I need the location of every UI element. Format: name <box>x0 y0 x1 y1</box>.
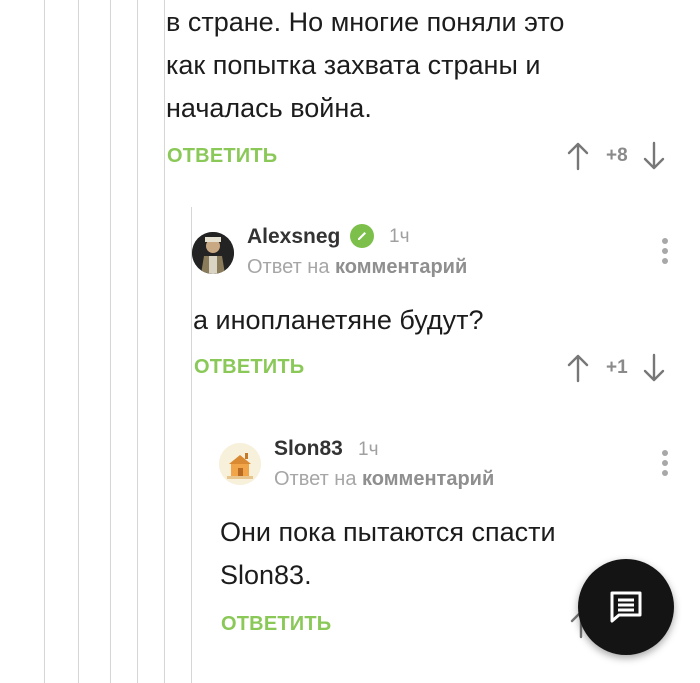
comment-text: как попытка захвата страны и <box>166 50 541 80</box>
thread-line <box>44 0 45 683</box>
reply-to-link[interactable]: Ответ на комментарий <box>274 468 494 491</box>
reply-to-prefix: Ответ на <box>274 468 357 490</box>
rating-score: +8 <box>606 145 628 166</box>
comment-text: а инопланетяне будут? <box>193 305 484 335</box>
comment-icon <box>610 591 642 623</box>
thread-line <box>164 0 165 683</box>
downvote-arrow-icon[interactable] <box>642 141 666 171</box>
comment-fab-button[interactable] <box>578 559 674 655</box>
thread-line <box>137 0 138 683</box>
user-avatar-icon[interactable] <box>192 232 234 274</box>
verified-check-icon <box>350 224 374 248</box>
reply-button[interactable]: ОТВЕТИТЬ <box>167 145 277 168</box>
upvote-arrow-icon[interactable] <box>566 353 590 383</box>
reply-to-link[interactable]: Ответ на комментарий <box>247 256 467 279</box>
downvote-arrow-icon[interactable] <box>642 353 666 383</box>
more-options-icon[interactable] <box>660 450 670 480</box>
thread-line <box>110 0 111 683</box>
rating-score: +1 <box>606 357 628 378</box>
reply-to-prefix: Ответ на <box>247 256 330 278</box>
reply-to-comment-link[interactable]: комментарий <box>362 468 494 490</box>
author-name[interactable]: Alexsneg <box>247 225 340 249</box>
reply-button[interactable]: ОТВЕТИТЬ <box>194 356 304 379</box>
house-avatar-icon[interactable] <box>219 443 261 485</box>
vote-widget: +1 <box>566 353 666 383</box>
author-name[interactable]: Slon83 <box>274 437 343 461</box>
thread-line <box>78 0 79 683</box>
comment-time: 1ч <box>358 439 379 460</box>
comment-text: Slon83. <box>220 560 312 590</box>
reply-button[interactable]: ОТВЕТИТЬ <box>221 613 331 636</box>
thread-line <box>191 207 192 683</box>
comment-text: началась война. <box>166 93 372 123</box>
more-options-icon[interactable] <box>660 238 670 268</box>
comment-text: в стране. Но многие поняли это <box>166 7 565 37</box>
comment-text: Они пока пытаются спасти <box>220 517 556 547</box>
comment-time: 1ч <box>389 226 410 247</box>
vote-widget: +8 <box>566 141 666 171</box>
upvote-arrow-icon[interactable] <box>566 141 590 171</box>
reply-to-comment-link[interactable]: комментарий <box>335 256 467 278</box>
